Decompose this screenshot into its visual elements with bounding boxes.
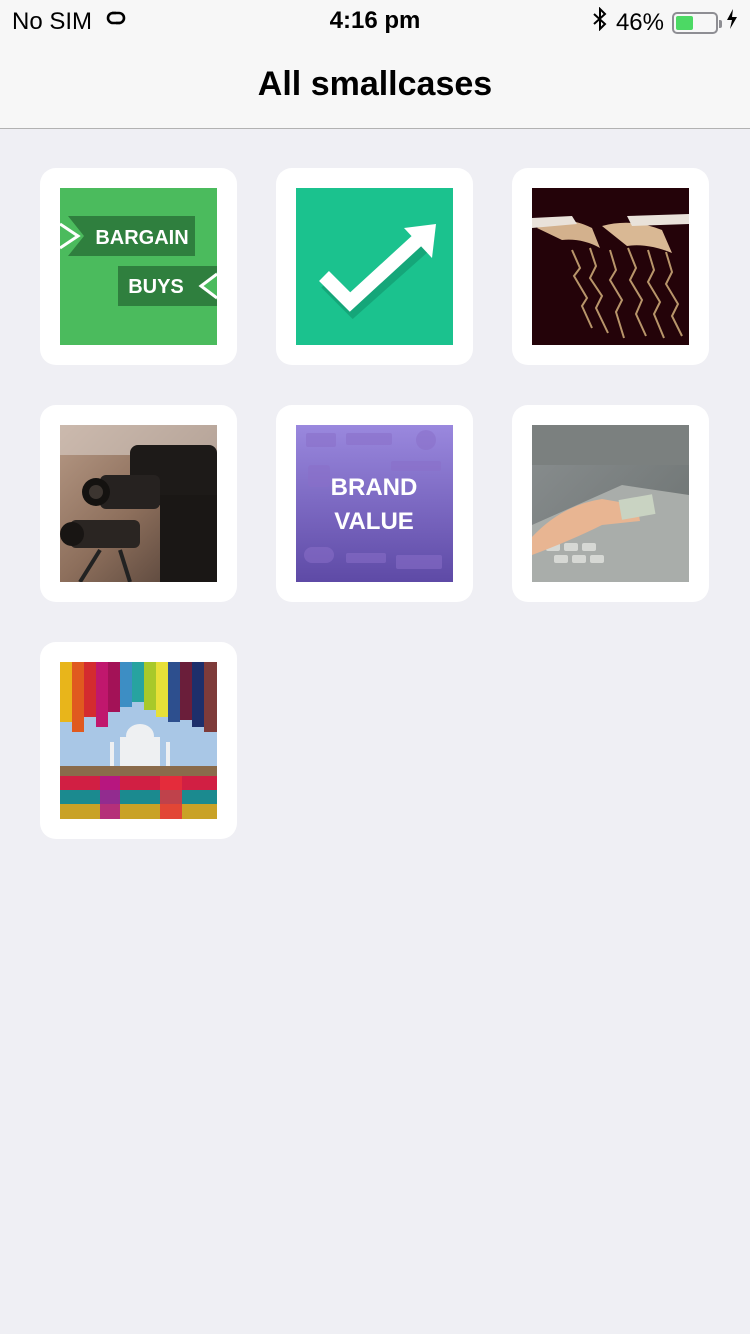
navigation-bar: All smallcases xyxy=(0,40,750,129)
bargain-text: BARGAIN xyxy=(95,227,188,249)
taj-mahal-threads-image xyxy=(60,662,217,819)
buys-text: BUYS xyxy=(128,276,184,298)
smallcase-card-bargain-buys[interactable]: BARGAIN BUYS xyxy=(40,168,237,365)
atm-card-image xyxy=(532,425,689,582)
smallcase-card-india-colors[interactable] xyxy=(40,642,237,839)
smallcase-card-cameras[interactable] xyxy=(40,405,237,602)
smallcase-card-atm[interactable] xyxy=(512,405,709,602)
checkmark-arrow-image xyxy=(296,188,453,345)
status-bar: No SIM 4:16 pm 46% xyxy=(0,0,750,40)
bargain-buys-image: BARGAIN BUYS xyxy=(60,188,217,345)
brand-text: BRAND xyxy=(331,474,418,501)
brand-value-image: BRAND VALUE xyxy=(296,425,453,582)
status-right: 46% xyxy=(592,6,738,38)
smallcase-card-brand-value[interactable]: BRAND VALUE xyxy=(276,405,473,602)
video-cameras-image xyxy=(60,425,217,582)
charging-icon xyxy=(726,8,738,37)
battery-level xyxy=(676,15,694,30)
battery-percent: 46% xyxy=(615,8,664,36)
smallcase-grid: BARGAIN BUYS BRAND VALUE xyxy=(40,168,710,839)
smallcase-card-hands-lightning[interactable] xyxy=(512,168,709,365)
battery-icon xyxy=(672,11,722,34)
hands-lightning-image xyxy=(532,188,689,345)
page-title: All smallcases xyxy=(257,65,493,103)
value-text: VALUE xyxy=(334,508,414,535)
bluetooth-icon xyxy=(592,6,608,38)
smallcase-card-checkmark-arrow[interactable] xyxy=(276,168,473,365)
